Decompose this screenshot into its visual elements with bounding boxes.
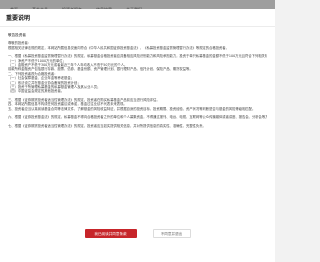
disclaimer-modal: 重要说明 敬告投资者 尊敬的投资者： 根据相关法律法规的规定，本网站所载信息仅面… [0, 9, 275, 262]
confirm-button[interactable]: 我已阅读并同意条款 [84, 229, 137, 238]
doc-paragraph: 一、根据《私募投资基金监督管理暂行办法》的规定，私募基金合格投资者应具备相应风险… [8, 54, 267, 59]
modal-title: 重要说明 [6, 15, 31, 22]
doc-paragraph: 五、投资者应当认真阅读基金合同等法律文件，了解基金的风险收益特征，并根据自身的投… [8, 106, 256, 111]
modal-footer: 我已阅读并同意条款 不同意并退出 [0, 218, 275, 262]
doc-paragraph: 六、根据《证券投资基金法》的规定，私募基金不得向合格投资者之外的单位和个人募集资… [8, 115, 267, 120]
doc-paragraph: 七、根据《证券期货投资者适当性管理办法》的规定，投资者应当如实提供相关信息，并对… [8, 123, 206, 128]
doc-paragraph: 根据相关法律法规的规定，本网站所载信息仅面向符合《中华人民共和国证券投资基金法》… [8, 45, 229, 50]
modal-header: 重要说明 [0, 9, 275, 27]
decline-button[interactable]: 不同意并退出 [152, 229, 191, 238]
modal-body[interactable]: 敬告投资者 尊敬的投资者： 根据相关法律法规的规定，本网站所载信息仅面向符合《中… [0, 27, 275, 218]
doc-heading: 敬告投资者 [8, 33, 26, 37]
